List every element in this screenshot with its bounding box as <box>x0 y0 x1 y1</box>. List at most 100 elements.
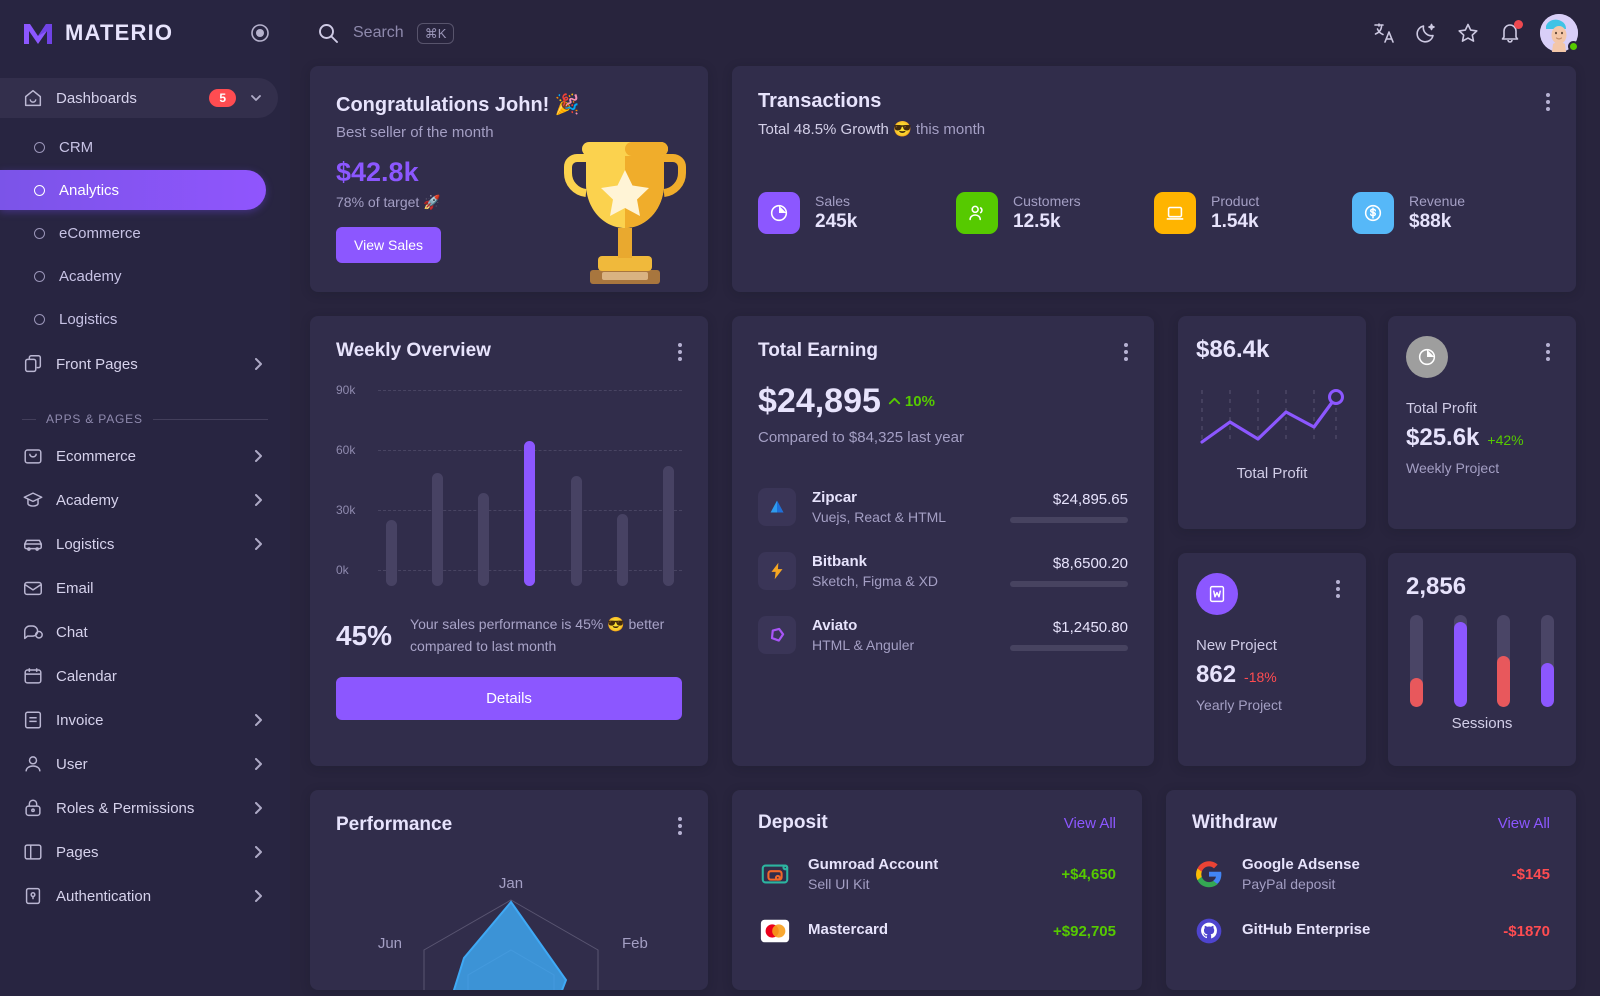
pin-sidebar-icon[interactable] <box>250 23 270 43</box>
sidebar-item-calendar[interactable]: Calendar <box>0 654 290 698</box>
sidebar-label-invoice: Invoice <box>56 711 104 729</box>
transactions-menu-icon[interactable] <box>1538 86 1558 118</box>
aviato-icon <box>758 616 796 654</box>
bar-tue <box>432 473 444 586</box>
sessions-bar-chart <box>1406 615 1558 707</box>
dark-mode-icon[interactable] <box>1414 21 1438 45</box>
deposit-card: Deposit View All Gumroad Account Sell UI… <box>732 790 1142 990</box>
sidebar-section-apps-pages: APPS & PAGES <box>0 394 290 434</box>
sidebar-item-logistics-dash[interactable]: Logistics <box>0 299 266 339</box>
sidebar-label-email: Email <box>56 579 94 597</box>
progress-track <box>1010 645 1128 651</box>
home-icon <box>22 87 44 109</box>
chevron-right-icon <box>250 536 266 552</box>
withdraw-title: Withdraw <box>1192 812 1278 833</box>
chevron-right-icon <box>250 844 266 860</box>
progress-track <box>1010 517 1128 523</box>
bar-sun <box>662 466 674 586</box>
topbar: Search ⌘K <box>290 0 1600 66</box>
session-bar-1 <box>1410 615 1423 707</box>
sidebar-label-analytics: Analytics <box>59 181 120 199</box>
main-area: Search ⌘K Congratulations John! 🎉 Best s… <box>290 0 1600 996</box>
row-middle: Weekly Overview 90k 60k 30k 0k 45% Your … <box>310 316 1576 766</box>
sidebar-item-front-pages[interactable]: Front Pages <box>0 342 290 386</box>
search-icon <box>316 21 340 45</box>
bitbank-icon <box>758 552 796 590</box>
sidebar-item-pages[interactable]: Pages <box>0 830 290 874</box>
earning-menu-icon[interactable] <box>1116 336 1136 368</box>
new-project-value-row: 862 -18% <box>1196 661 1348 689</box>
brand[interactable]: MATERIO <box>0 0 290 66</box>
performance-menu-icon[interactable] <box>670 810 690 842</box>
withdraw-name-github: GitHub Enterprise <box>1242 921 1371 938</box>
sidebar-section-title: APPS & PAGES <box>46 412 143 426</box>
word-doc-icon <box>1196 573 1238 615</box>
performance-radar-chart: Jan Feb Jun <box>336 846 682 990</box>
chevron-right-icon <box>250 800 266 816</box>
withdraw-header: Withdraw View All <box>1192 812 1550 834</box>
earning-item-aviato: Aviato HTML & Anguler $1,2450.80 <box>758 616 1128 654</box>
withdraw-view-all-link[interactable]: View All <box>1498 815 1550 832</box>
details-button[interactable]: Details <box>336 677 682 721</box>
bar-fri <box>570 476 582 586</box>
ytick-0k: 0k <box>336 563 349 577</box>
authentication-icon <box>22 885 44 907</box>
sidebar-label-academy-dash: Academy <box>59 267 122 285</box>
language-icon[interactable] <box>1372 21 1396 45</box>
sidebar-item-ecommerce[interactable]: Ecommerce <box>0 434 290 478</box>
notifications-icon[interactable] <box>1498 20 1523 45</box>
view-sales-button[interactable]: View Sales <box>336 227 442 263</box>
earning-desc-bitbank: Sketch, Figma & XD <box>812 573 939 589</box>
search-input[interactable]: Search ⌘K <box>316 21 455 45</box>
sidebar-label-ecommerce-dash: eCommerce <box>59 224 141 242</box>
weekly-overview-card: Weekly Overview 90k 60k 30k 0k 45% Your … <box>310 316 708 766</box>
user-icon <box>22 753 44 775</box>
sidebar-item-chat[interactable]: Chat <box>0 610 290 654</box>
avatar[interactable] <box>1540 14 1579 52</box>
deposit-view-all-link[interactable]: View All <box>1064 815 1116 832</box>
sidebar-item-roles-permissions[interactable]: Roles & Permissions <box>0 786 290 830</box>
chat-icon <box>22 621 44 643</box>
sidebar-item-analytics[interactable]: Analytics <box>0 170 266 210</box>
new-project-card: New Project 862 -18% Yearly Project <box>1178 553 1366 766</box>
sidebar-item-invoice[interactable]: Invoice <box>0 698 290 742</box>
deposit-row-mastercard: Mastercard +$92,705 <box>758 914 1116 948</box>
new-project-menu-icon[interactable] <box>1328 573 1348 605</box>
earning-delta-value: 10% <box>904 393 935 410</box>
laptop-icon <box>1154 192 1196 234</box>
weekly-text: Your sales performance is 45% 😎 better c… <box>410 616 665 654</box>
sessions-value: 2,856 <box>1406 573 1467 600</box>
sidebar-item-logistics[interactable]: Logistics <box>0 522 290 566</box>
zipcar-icon <box>758 488 796 526</box>
transactions-stats: Sales 245k Customers 12.5k Product 1.54k… <box>758 192 1550 234</box>
svg-text:Jan: Jan <box>499 875 523 892</box>
sidebar-label-academy: Academy <box>56 491 119 509</box>
sidebar-item-authentication[interactable]: Authentication <box>0 874 290 918</box>
stat-label-customers: Customers <box>1013 193 1081 209</box>
topbar-actions <box>1372 14 1579 52</box>
sidebar-item-crm[interactable]: CRM <box>0 127 266 167</box>
sidebar-item-user[interactable]: User <box>0 742 290 786</box>
weekly-project-menu-icon[interactable] <box>1538 336 1558 368</box>
favorites-star-icon[interactable] <box>1456 21 1480 45</box>
chevron-down-icon[interactable] <box>248 90 264 106</box>
ytick-60k: 60k <box>336 443 356 457</box>
sidebar-label-roles-permissions: Roles & Permissions <box>56 799 195 817</box>
sidebar-item-academy-dash[interactable]: Academy <box>0 256 266 296</box>
sidebar-item-academy[interactable]: Academy <box>0 478 290 522</box>
mini-cards-row-1: $86.4k Total Profit Total Profit $25.6k … <box>1178 316 1576 529</box>
sidebar-item-email[interactable]: Email <box>0 566 290 610</box>
sidebar-item-dashboards[interactable]: Dashboards 5 <box>0 78 278 118</box>
total-profit-chart-card: $86.4k Total Profit <box>1178 316 1366 529</box>
earning-name-aviato: Aviato <box>812 617 858 634</box>
weekly-project-title: Total Profit <box>1406 400 1477 417</box>
earning-item-zipcar: Zipcar Vuejs, React & HTML $24,895.65 <box>758 488 1128 526</box>
bullet-icon <box>34 227 45 239</box>
chevron-right-icon <box>250 756 266 772</box>
sidebar-item-ecommerce-dash[interactable]: eCommerce <box>0 213 266 253</box>
weekly-project-delta: +42% <box>1487 432 1524 448</box>
performance-title: Performance <box>336 814 453 835</box>
divider <box>152 418 268 420</box>
total-profit-caption: Total Profit <box>1236 465 1308 482</box>
weekly-menu-icon[interactable] <box>670 336 690 368</box>
